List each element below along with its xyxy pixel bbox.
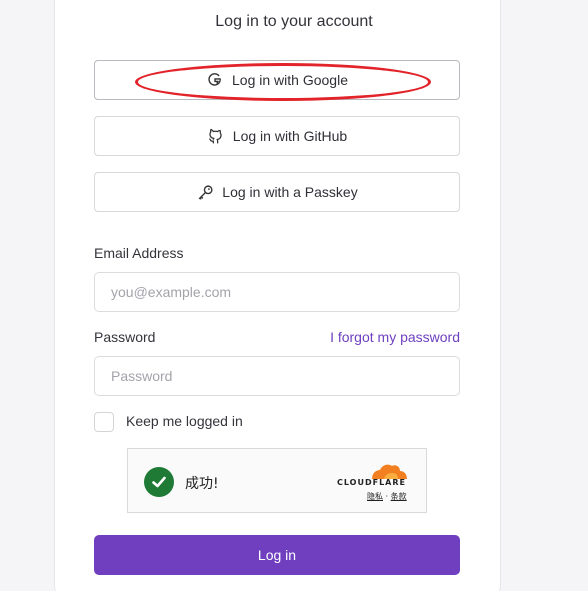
email-input[interactable] bbox=[94, 272, 460, 312]
link-separator: · bbox=[385, 492, 389, 501]
checkmark-icon bbox=[144, 467, 174, 497]
passkey-login-label: Log in with a Passkey bbox=[222, 184, 358, 200]
page-title: Log in to your account bbox=[215, 13, 373, 30]
captcha-links: 隐私 · 条款 bbox=[367, 491, 407, 502]
email-label: Email Address bbox=[94, 245, 184, 261]
forgot-password-link[interactable]: I forgot my password bbox=[330, 329, 460, 345]
login-submit-button[interactable]: Log in bbox=[94, 535, 460, 575]
captcha-widget[interactable]: 成功! CLOUDFLARE 隐私 · 条款 bbox=[127, 448, 427, 513]
keep-logged-in-checkbox[interactable] bbox=[94, 412, 114, 432]
github-login-label: Log in with GitHub bbox=[232, 128, 348, 144]
password-input[interactable] bbox=[94, 356, 460, 396]
google-login-button[interactable]: Log in with Google bbox=[94, 60, 460, 100]
github-login-button[interactable]: Log in with GitHub bbox=[94, 116, 460, 156]
cloudflare-brand: CLOUDFLARE bbox=[337, 478, 406, 487]
google-login-label: Log in with Google bbox=[232, 72, 348, 88]
captcha-status: 成功! bbox=[185, 476, 219, 492]
keep-logged-in-label: Keep me logged in bbox=[126, 413, 243, 429]
privacy-link[interactable]: 隐私 bbox=[367, 492, 383, 501]
passkey-login-button[interactable]: Log in with a Passkey bbox=[94, 172, 460, 212]
key-icon bbox=[196, 183, 214, 201]
github-icon bbox=[207, 127, 225, 145]
google-icon bbox=[206, 71, 224, 89]
password-label: Password bbox=[94, 329, 156, 345]
terms-link[interactable]: 条款 bbox=[391, 492, 407, 501]
